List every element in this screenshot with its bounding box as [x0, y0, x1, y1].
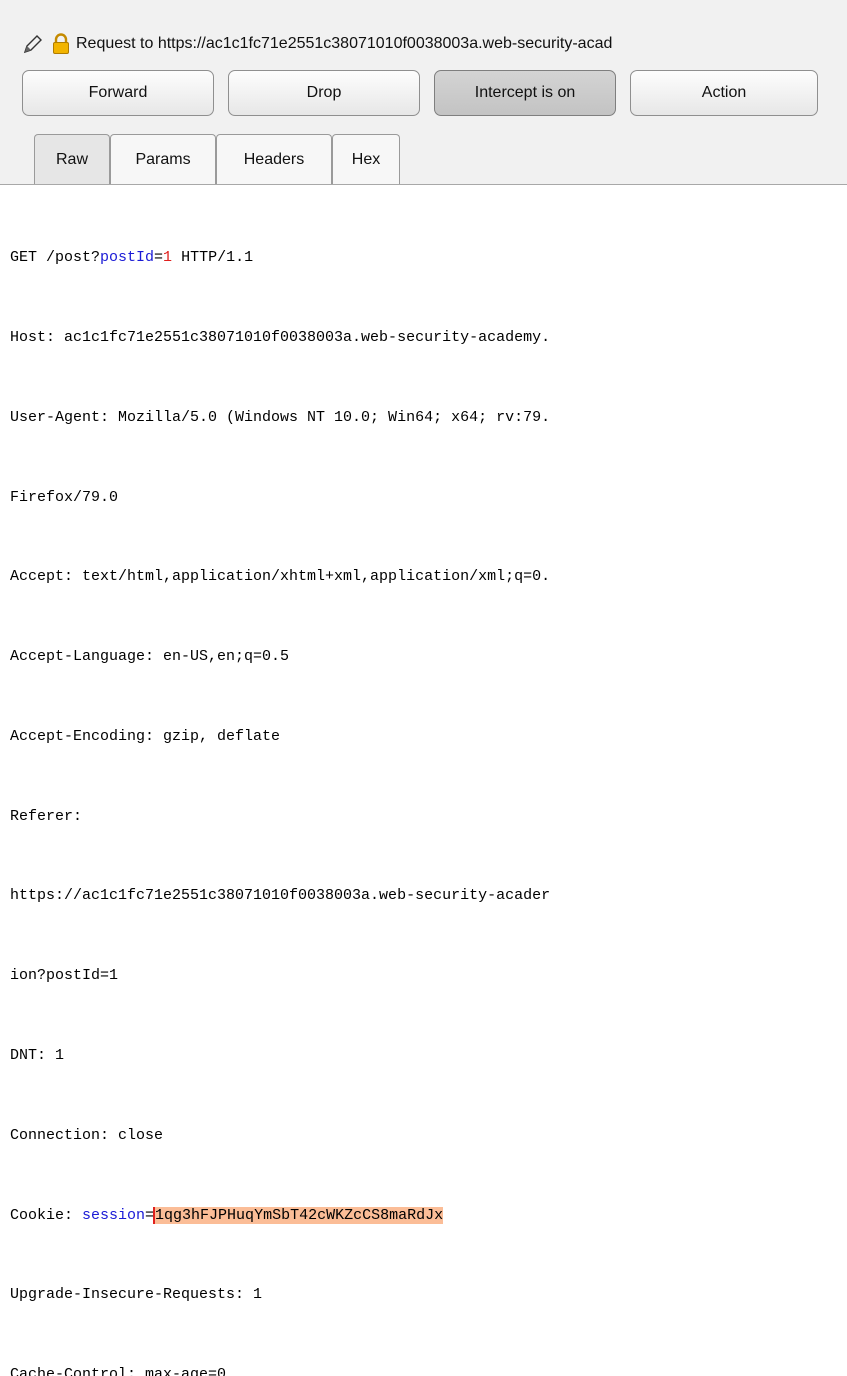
- param-value: 1: [163, 249, 173, 267]
- request-line-start: GET /post?: [10, 249, 101, 267]
- request-line-end: HTTP/1.1: [172, 249, 254, 267]
- param-name: postId: [100, 249, 155, 267]
- forward-button[interactable]: Forward: [22, 70, 214, 116]
- header-referer-url: https://ac1c1fc71e2551c38071010f0038003a…: [10, 887, 551, 905]
- header-dnt: DNT: 1: [10, 1047, 65, 1064]
- param-equals: =: [154, 249, 164, 267]
- proxy-intercept-panel: Request to https://ac1c1fc71e2551c380710…: [0, 0, 847, 184]
- header-referer-cont: ion?postId=1: [10, 967, 119, 985]
- toolbar: Forward Drop Intercept is on Action: [22, 70, 847, 118]
- header-accept-language: Accept-Language: en-US,en;q=0.5: [10, 648, 290, 666]
- request-line: GET /post?postId=1 HTTP/1.1: [10, 245, 847, 272]
- pencil-icon[interactable]: [22, 33, 44, 55]
- request-title-row: Request to https://ac1c1fc71e2551c380710…: [22, 28, 847, 60]
- header-accept: Accept: text/html,application/xhtml+xml,…: [10, 568, 551, 586]
- cookie-name: session: [82, 1206, 146, 1224]
- action-button[interactable]: Action: [630, 70, 818, 116]
- lock-icon: [53, 33, 69, 54]
- intercept-toggle-button[interactable]: Intercept is on: [434, 70, 616, 116]
- drop-button[interactable]: Drop: [228, 70, 420, 116]
- header-user-agent: User-Agent: Mozilla/5.0 (Windows NT 10.0…: [10, 408, 551, 426]
- header-referer: Referer:: [10, 807, 83, 825]
- request-title: Request to https://ac1c1fc71e2551c380710…: [76, 35, 613, 52]
- header-cache-control: Cache-Control: max-age=0: [10, 1366, 227, 1376]
- tab-params[interactable]: Params: [110, 134, 216, 184]
- header-user-agent-cont: Firefox/79.0: [10, 488, 119, 506]
- tab-headers[interactable]: Headers: [216, 134, 332, 184]
- tab-hex[interactable]: Hex: [332, 134, 400, 184]
- header-upgrade-insecure-requests: Upgrade-Insecure-Requests: 1: [10, 1286, 263, 1304]
- header-connection: Connection: close: [10, 1126, 164, 1144]
- tab-raw[interactable]: Raw: [34, 134, 110, 184]
- header-accept-encoding: Accept-Encoding: gzip, deflate: [10, 727, 281, 745]
- header-cookie: Cookie: session=1qg3hFJPHuqYmSbT42cWKZcC…: [10, 1203, 847, 1230]
- raw-request-editor[interactable]: GET /post?postId=1 HTTP/1.1 Host: ac1c1f…: [10, 192, 847, 1376]
- header-host: Host: ac1c1fc71e2551c38071010f0038003a.w…: [10, 328, 551, 346]
- cookie-value-selection[interactable]: 1qg3hFJPHuqYmSbT42cWKZcCS8maRdJx: [153, 1206, 444, 1224]
- divider: [0, 184, 847, 185]
- cookie-label: Cookie:: [10, 1206, 83, 1224]
